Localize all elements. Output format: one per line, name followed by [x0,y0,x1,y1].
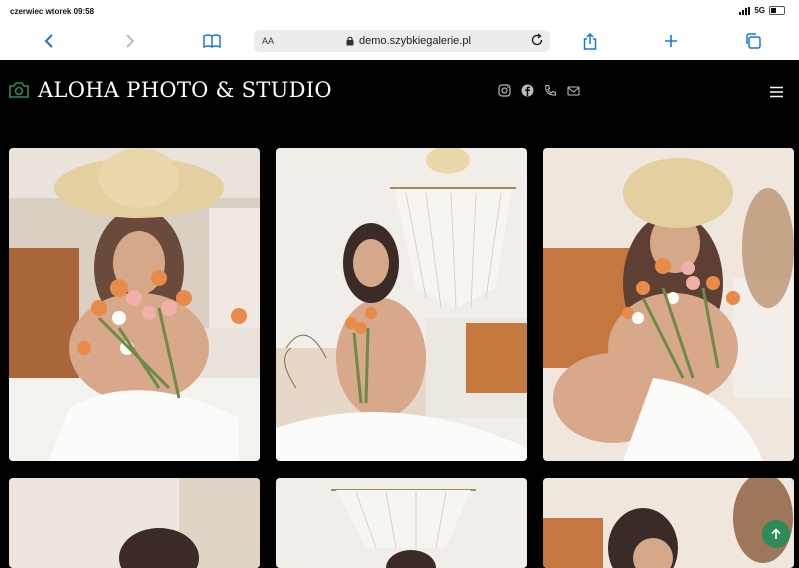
facebook-icon[interactable] [521,84,534,97]
network-label: 5G [754,6,765,15]
instagram-icon[interactable] [498,84,511,97]
forward-icon[interactable] [119,22,141,60]
browser-toolbar: AA demo.szybkiegalerie.pl [0,22,799,61]
site-brand: ALOHA PHOTO & STUDIO [38,78,332,102]
back-icon[interactable] [38,22,60,60]
address-display: demo.szybkiegalerie.pl [346,35,471,47]
address-bar[interactable]: AA demo.szybkiegalerie.pl [254,30,550,52]
signal-icon [739,6,751,15]
new-tab-icon[interactable] [660,22,682,60]
gallery-photo[interactable] [543,148,794,461]
address-text: demo.szybkiegalerie.pl [359,35,471,47]
reload-icon[interactable] [530,33,544,50]
text-size-button[interactable]: AA [262,36,274,46]
camera-icon [9,82,29,98]
status-indicators: 5G [739,6,785,15]
status-bar: czerwiec wtorek 09:58 5G [0,0,799,22]
gallery-photo[interactable] [9,148,260,461]
arrow-up-icon [771,528,781,539]
email-icon[interactable] [567,84,580,97]
lock-icon [346,36,354,46]
gallery-photo[interactable] [276,478,527,568]
hamburger-menu-icon[interactable] [769,85,784,103]
battery-icon [769,6,785,15]
bookmarks-icon[interactable] [200,22,224,60]
site-header: ALOHA PHOTO & STUDIO [0,60,799,130]
gallery-photo[interactable] [543,478,794,568]
phone-icon[interactable] [544,84,557,97]
tabs-icon[interactable] [742,22,764,60]
status-time: czerwiec wtorek 09:58 [10,7,95,16]
share-icon[interactable] [579,22,601,60]
social-links [498,84,580,97]
site-logo[interactable]: ALOHA PHOTO & STUDIO [8,78,332,102]
scroll-to-top-button[interactable] [762,520,790,548]
gallery-photo[interactable] [9,478,260,568]
gallery-photo[interactable] [276,148,527,461]
